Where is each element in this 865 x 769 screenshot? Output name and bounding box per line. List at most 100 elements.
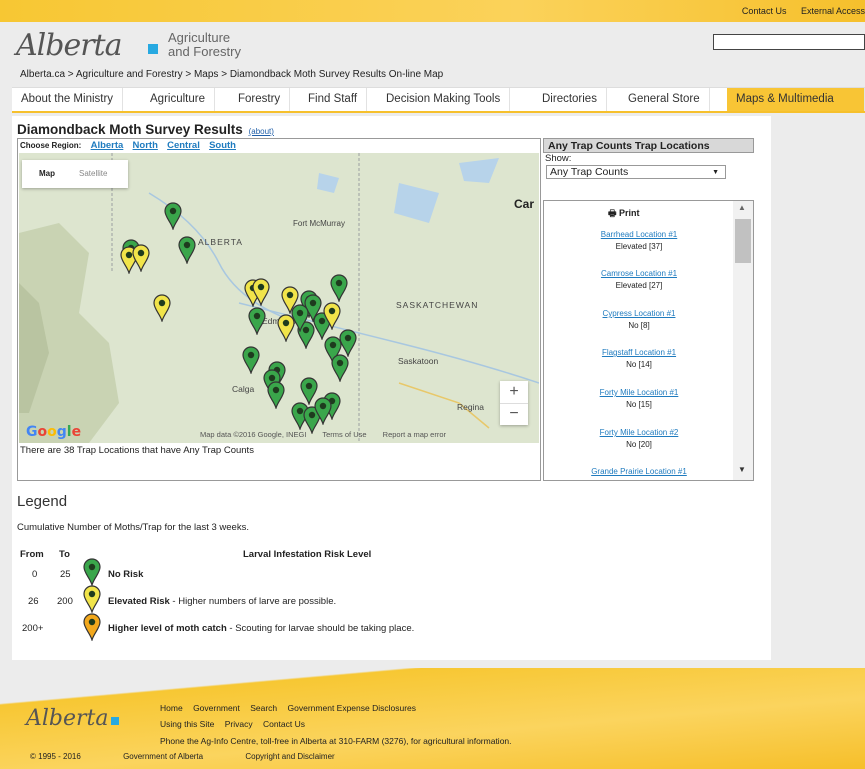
legend-row-text: Higher level of moth catch - Scouting fo… <box>108 623 415 634</box>
footer-government-link[interactable]: Government <box>193 703 240 713</box>
breadcrumb[interactable]: Alberta.ca > Agriculture and Forestry > … <box>20 69 443 80</box>
list-item: Cypress Location #1 No [8] <box>544 309 734 330</box>
about-link[interactable]: (about) <box>249 127 274 136</box>
main-nav: About the Ministry Agriculture Forestry … <box>12 87 865 113</box>
nav-forestry[interactable]: Forestry <box>229 88 291 111</box>
region-central-link[interactable]: Central <box>167 140 200 151</box>
footer-links-primary: Home Government Search Government Expens… <box>160 703 424 713</box>
footer-using-site-link[interactable]: Using this Site <box>160 719 214 729</box>
copyright-disclaimer-link[interactable]: Copyright and Disclaimer <box>245 752 334 761</box>
list-scrollbar[interactable]: ▲ ▼ <box>733 201 753 480</box>
report-map-error-link[interactable]: Report a map error <box>383 430 446 439</box>
location-value: Elevated [27] <box>615 281 663 290</box>
location-value: No [20] <box>626 440 652 449</box>
legend-title: Legend <box>17 493 68 510</box>
map-marker-pin[interactable] <box>177 236 197 264</box>
terms-of-use-link[interactable]: Terms of Use <box>322 430 366 439</box>
footer-phone: Phone the Ag-Info Centre, toll-free in A… <box>160 736 512 746</box>
map-marker-pin[interactable] <box>163 202 183 230</box>
map-label-fort-mcmurray: Fort McMurray <box>293 219 345 228</box>
logo-square-icon <box>110 717 119 725</box>
list-item: Barrhead Location #1 Elevated [37] <box>544 230 734 251</box>
scrollbar-thumb[interactable] <box>735 219 751 263</box>
map-marker-pin[interactable] <box>251 278 271 306</box>
location-link[interactable]: Cypress Location #1 <box>544 309 734 318</box>
location-value: No [14] <box>626 360 652 369</box>
location-link[interactable]: Grande Prairie Location #1 <box>544 467 734 476</box>
region-alberta-link[interactable]: Alberta <box>91 140 124 151</box>
footer-home-link[interactable]: Home <box>160 703 183 713</box>
footer-links-secondary: Using this Site Privacy Contact Us <box>160 719 313 729</box>
external-access-link[interactable]: External Access <box>801 6 865 16</box>
map-label-saskatchewan: SASKATCHEWAN <box>396 300 479 310</box>
legend-col-risk: Larval Infestation Risk Level <box>243 549 372 560</box>
location-link[interactable]: Flagstaff Location #1 <box>544 348 734 357</box>
nav-about-ministry[interactable]: About the Ministry <box>12 88 124 111</box>
copyright-text: © 1995 - 2016 <box>30 752 81 761</box>
contact-us-link[interactable]: Contact Us <box>742 6 787 16</box>
location-link[interactable]: Barrhead Location #1 <box>544 230 734 239</box>
legend-col-from: From <box>20 549 44 560</box>
choose-region-label: Choose Region: <box>20 141 82 150</box>
map-data-attribution: Map data ©2016 Google, INEGI <box>200 430 307 439</box>
map-marker-pin[interactable] <box>266 381 286 409</box>
legend-pin-icon[interactable] <box>82 613 102 641</box>
location-link[interactable]: Camrose Location #1 <box>544 269 734 278</box>
scroll-down-icon[interactable]: ▼ <box>738 465 746 474</box>
legend-row-text: Elevated Risk - Higher numbers of larve … <box>108 596 337 607</box>
zoom-out-button[interactable]: − <box>500 403 528 424</box>
region-south-link[interactable]: South <box>209 140 236 151</box>
location-link[interactable]: Forty Mile Location #1 <box>544 388 734 397</box>
zoom-in-button[interactable]: + <box>500 381 528 403</box>
map-marker-pin[interactable] <box>152 294 172 322</box>
search-input[interactable] <box>713 34 865 50</box>
map-label-canada: Car <box>514 197 535 211</box>
map-marker-pin[interactable] <box>247 307 267 335</box>
map-marker-pin[interactable] <box>330 354 350 382</box>
map-marker-pin[interactable] <box>241 346 261 374</box>
footer-contact-link[interactable]: Contact Us <box>263 719 305 729</box>
list-item: Camrose Location #1 Elevated [27] <box>544 269 734 290</box>
map-label-regina: Regina <box>457 402 484 412</box>
scroll-up-icon[interactable]: ▲ <box>738 203 746 212</box>
legend-row-text: No Risk <box>108 569 144 580</box>
department-name: Agriculture and Forestry <box>168 30 241 59</box>
map-marker-pin[interactable] <box>329 274 349 302</box>
government-of-alberta-link[interactable]: Government of Alberta <box>123 752 203 761</box>
map-type-toggle: Map Satellite <box>22 160 128 188</box>
nav-directories[interactable]: Directories <box>533 88 607 111</box>
map-type-satellite[interactable]: Satellite <box>79 169 107 178</box>
footer-logo[interactable]: Alberta <box>26 706 119 731</box>
map-type-map[interactable]: Map <box>39 169 55 178</box>
map-marker-pin[interactable] <box>290 304 310 332</box>
show-label: Show: <box>545 153 572 164</box>
footer-search-link[interactable]: Search <box>250 703 277 713</box>
alberta-logo[interactable]: Alberta Agriculture and Forestry <box>16 28 276 63</box>
map-label-alberta: ALBERTA <box>198 237 243 247</box>
map-marker-pin[interactable] <box>322 302 342 330</box>
zoom-control: + − <box>500 381 528 425</box>
map-marker-pin[interactable] <box>313 397 333 425</box>
panel-header: Any Trap Counts Trap Locations <box>543 138 754 153</box>
region-north-link[interactable]: North <box>133 140 158 151</box>
legend-pin-icon[interactable] <box>82 558 102 586</box>
nav-agriculture[interactable]: Agriculture <box>141 88 215 111</box>
map-marker-pin[interactable] <box>131 244 151 272</box>
top-links: Contact Us External Access <box>730 6 865 16</box>
location-value: No [8] <box>628 321 650 330</box>
nav-general-store[interactable]: General Store <box>619 88 710 111</box>
footer-expense-link[interactable]: Government Expense Disclosures <box>288 703 417 713</box>
location-list[interactable]: 🖶 Print Barrhead Location #1 Elevated [37… <box>543 200 754 481</box>
nav-find-staff[interactable]: Find Staff <box>299 88 368 111</box>
nav-maps-multimedia[interactable]: Maps & Multimedia <box>727 88 865 111</box>
trap-locations-panel: Any Trap Counts Trap Locations Show: Any… <box>543 138 754 481</box>
location-link[interactable]: Forty Mile Location #2 <box>544 428 734 437</box>
nav-decision-making-tools[interactable]: Decision Making Tools <box>377 88 511 111</box>
region-chooser: Choose Region: Alberta North Central Sou… <box>20 140 236 151</box>
print-button[interactable]: 🖶 Print <box>608 206 640 222</box>
legend-pin-icon[interactable] <box>82 585 102 613</box>
footer-privacy-link[interactable]: Privacy <box>225 719 253 729</box>
trap-filter-select[interactable]: Any Trap Counts ▼ <box>546 165 726 179</box>
legend-subtitle: Cumulative Number of Moths/Trap for the … <box>17 522 249 533</box>
chevron-down-icon: ▼ <box>712 169 719 176</box>
